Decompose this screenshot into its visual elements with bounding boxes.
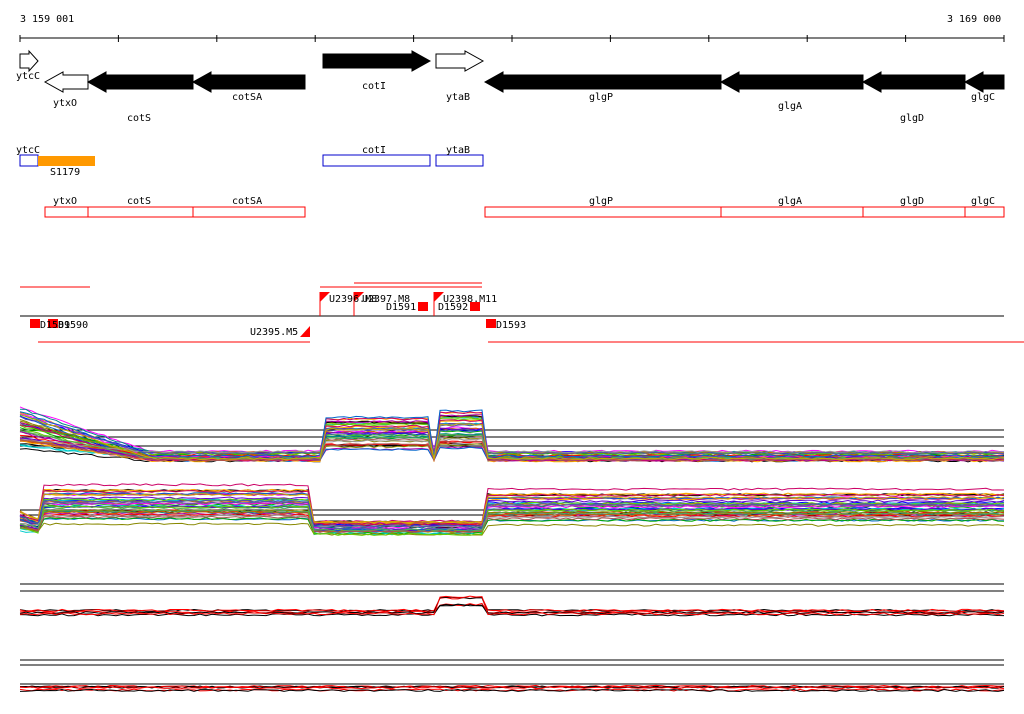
feature-label-d1591: D1591 xyxy=(386,302,416,313)
ruler-end-label: 3 169 000 xyxy=(947,14,1001,25)
feature-track: U2396.M8 U2397.M8 U2398.M11 U2395.M5 D15… xyxy=(20,282,1024,343)
upstream-marker[interactable] xyxy=(300,326,310,337)
orange-feature-label: S1179 xyxy=(50,167,80,178)
coordinate-ruler: 3 159 001 3 169 000 xyxy=(19,14,1005,42)
gene-arrow-glgC[interactable]: glgC xyxy=(963,71,1005,103)
feature-label-d1590: D1590 xyxy=(58,320,88,331)
downstream-marker[interactable] xyxy=(470,302,480,311)
gene-arrow-track: ytcC ytxO cotS cotSA cotI ytaB glgP glgA glgD glg… xyxy=(16,49,1005,124)
gene-arrow-ytxO[interactable]: ytxO xyxy=(43,71,89,109)
gene-label-ytaB: ytaB xyxy=(446,92,470,103)
expression-panel-minus xyxy=(19,483,1005,536)
downstream-marker[interactable] xyxy=(486,319,496,328)
gene-arrow-cotSA[interactable]: cotSA xyxy=(191,71,306,103)
blue-feature-label: ytcC xyxy=(16,145,40,156)
gene-label-glgP: glgP xyxy=(589,92,613,103)
red-feature-label: glgP xyxy=(589,196,613,207)
red-feature-label: cotS xyxy=(127,196,151,207)
summary-panel-plus xyxy=(19,583,1005,617)
gene-label-glgA: glgA xyxy=(778,101,802,112)
red-feature-label: glgD xyxy=(900,196,924,207)
gene-arrow-glgD[interactable]: glgD xyxy=(861,71,966,124)
red-feature-label: glgA xyxy=(778,196,802,207)
red-annotation-track: ytxO cotS cotSA glgP glgA glgD glgC xyxy=(44,196,1005,218)
summary-panel-minus xyxy=(19,659,1005,693)
gene-label-glgC: glgC xyxy=(971,92,995,103)
red-feature-glgA[interactable]: glgA xyxy=(720,196,864,218)
red-feature-label: cotSA xyxy=(232,196,262,207)
expression-panel-plus xyxy=(19,406,1005,463)
gene-label-cotS: cotS xyxy=(127,113,151,124)
blue-feature-ytcC[interactable]: ytcC xyxy=(16,145,40,167)
red-feature-glgD[interactable]: glgD xyxy=(862,196,966,218)
downstream-marker[interactable] xyxy=(30,319,40,328)
gene-label-cotI: cotI xyxy=(362,81,386,92)
red-feature-ytxO[interactable]: ytxO xyxy=(44,196,89,218)
gene-arrow-cotS[interactable]: cotS xyxy=(86,71,194,124)
gene-label-ytxO: ytxO xyxy=(53,98,77,109)
red-feature-glgC[interactable]: glgC xyxy=(964,196,1005,218)
blue-feature-cotI[interactable]: cotI xyxy=(322,145,431,167)
ruler-start-label: 3 159 001 xyxy=(20,14,74,25)
blue-feature-ytaB[interactable]: ytaB xyxy=(435,145,484,167)
feature-label-u2395: U2395.M5 xyxy=(250,327,298,338)
gene-arrow-ytcC[interactable]: ytcC xyxy=(16,49,40,82)
orange-feature[interactable]: S1179 xyxy=(38,156,95,178)
gene-label-cotSA: cotSA xyxy=(232,92,262,103)
gene-arrow-cotI[interactable]: cotI xyxy=(322,50,432,92)
blue-feature-label: cotI xyxy=(362,145,386,156)
genome-browser: 3 159 001 3 169 000 ytcC ytxO cotS cotSA cot… xyxy=(16,14,1024,693)
gene-label-ytcC: ytcC xyxy=(16,71,40,82)
feature-label-d1593: D1593 xyxy=(496,320,526,331)
gene-arrow-glgA[interactable]: glgA xyxy=(719,71,864,112)
blue-feature-label: ytaB xyxy=(446,145,470,156)
gene-label-glgD: glgD xyxy=(900,113,924,124)
red-feature-label: glgC xyxy=(971,196,995,207)
feature-label-d1592: D1592 xyxy=(438,302,468,313)
gene-arrow-ytaB[interactable]: ytaB xyxy=(435,50,485,103)
red-feature-cotS[interactable]: cotS xyxy=(87,196,194,218)
downstream-marker[interactable] xyxy=(418,302,428,311)
red-feature-label: ytxO xyxy=(53,196,77,207)
red-feature-glgP[interactable]: glgP xyxy=(484,196,722,218)
gene-arrow-glgP[interactable]: glgP xyxy=(483,71,722,103)
red-feature-cotSA[interactable]: cotSA xyxy=(192,196,306,218)
